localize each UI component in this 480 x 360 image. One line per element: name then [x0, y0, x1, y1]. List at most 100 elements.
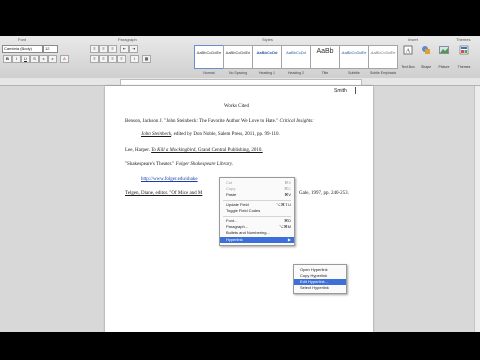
align-left-button[interactable]: ≡: [90, 55, 99, 63]
citation-2-author: Lee, Harper.: [125, 148, 150, 153]
underline-button[interactable]: U: [21, 55, 30, 63]
citation-3: "Shakespeare's Theater." Folger Shakespe…: [125, 162, 233, 167]
bold-button[interactable]: B: [3, 55, 12, 63]
citation-3-site: Folger Shakespeare Library: [175, 162, 233, 167]
citation-4-start: Telgen, Diane, editor. "Of Mice and M: [125, 191, 203, 196]
menu-item-label: Cut: [226, 180, 233, 185]
menu-item-toggle-field-codes[interactable]: Toggle Field Codes: [220, 208, 294, 214]
style-no-spacing[interactable]: AaBbCcDdEe No Spacing: [223, 45, 253, 75]
header-name: Smith: [334, 88, 347, 94]
citation-3-hyperlink[interactable]: http://www.folger.edu/shake: [141, 177, 198, 182]
letterbox-bottom: [0, 332, 480, 360]
align-center-button[interactable]: ≡: [99, 55, 108, 63]
align-right-button[interactable]: ≡: [108, 55, 117, 63]
citation-1-line-2: John Steinbeck, edited by Don Noble, Sal…: [141, 132, 280, 137]
paragraph-group-label: Paragraph: [118, 37, 137, 42]
styles-group-label: Styles: [262, 37, 273, 42]
italic-button[interactable]: I: [12, 55, 21, 63]
themes-tool[interactable]: Themes: [456, 45, 472, 71]
style-heading-1[interactable]: AaBbCcDd Heading 1: [252, 45, 282, 75]
decrease-indent-button[interactable]: ⇤: [120, 45, 129, 53]
horizontal-ruler[interactable]: [0, 78, 480, 86]
menu-item-label: Update Field: [226, 202, 249, 207]
style-title[interactable]: AaBb Title: [310, 45, 340, 75]
menu-item-bullets-numbering[interactable]: Bullets and Numbering...: [220, 230, 294, 236]
picture-icon: [439, 46, 449, 54]
font-size-select[interactable]: 12: [43, 45, 58, 53]
shape-label: Shape: [420, 65, 432, 69]
menu-item-label: Font...: [226, 218, 238, 223]
citation-1-italic: Critical Insights:: [279, 119, 314, 124]
ribbon: Font Paragraph Styles Insert Themes Camb…: [0, 36, 480, 79]
superscript-button[interactable]: x: [39, 55, 48, 63]
themes-label: Themes: [457, 65, 471, 69]
picture-tool[interactable]: Picture: [436, 45, 452, 71]
style-sample: AaBb: [316, 48, 334, 55]
citation-2-publisher: , Grand Central Publishing, 2010.: [195, 148, 263, 153]
style-heading-2[interactable]: AaBbCcDd Heading 2: [281, 45, 311, 75]
shape-tool[interactable]: Shape: [418, 45, 434, 71]
font-color-button[interactable]: A: [60, 55, 69, 63]
citation-1-line-1: Benson, Jackson J. "John Steinbeck: The …: [125, 119, 314, 124]
text-box-tool[interactable]: A Text Box: [400, 45, 416, 71]
subscript-button[interactable]: x: [48, 55, 57, 63]
menu-item-shortcut: ⌘V: [284, 192, 291, 197]
style-normal[interactable]: AaBbCcDdEe Normal: [194, 45, 224, 75]
insert-group-label: Insert: [408, 37, 419, 42]
increase-indent-button[interactable]: ⇥: [129, 45, 138, 53]
menu-item-label: Hyperlink: [226, 237, 243, 242]
shading-button[interactable]: ▦: [142, 55, 151, 63]
justify-button[interactable]: ≡: [117, 55, 126, 63]
style-sample: AaBbCcDdEe: [225, 50, 251, 55]
menu-item-hyperlink[interactable]: Hyperlink ▶: [220, 237, 294, 243]
themes-group-label: Themes: [456, 37, 471, 42]
bullets-button[interactable]: ≡: [90, 45, 99, 53]
menu-separator: [223, 200, 291, 201]
font-group-label: Font: [18, 37, 27, 42]
style-sample: AaBbCcDd: [286, 50, 306, 55]
numbering-button[interactable]: ≡: [99, 45, 108, 53]
citation-3-title: "Shakespeare's Theater.": [125, 162, 175, 167]
menu-item-label: Bullets and Numbering...: [226, 230, 270, 235]
ruler-track: [120, 79, 362, 86]
submenu-arrow-icon: ▶: [287, 237, 291, 242]
word-window: Font Paragraph Styles Insert Themes Camb…: [0, 0, 480, 360]
svg-text:A: A: [406, 49, 411, 55]
style-name: Normal: [203, 71, 215, 75]
style-name: Heading 2: [288, 71, 304, 75]
citation-1-publisher: , edited by Don Noble, Salem Press, 2011…: [171, 132, 280, 137]
vertical-scrollbar[interactable]: [474, 86, 480, 332]
strikethrough-button[interactable]: S: [30, 55, 39, 63]
style-name: No Spacing: [228, 71, 248, 75]
style-name: Heading 1: [259, 71, 275, 75]
shape-icon: [422, 46, 430, 54]
menu-separator: [223, 216, 291, 217]
text-cursor: [355, 87, 356, 94]
picture-label: Picture: [438, 65, 450, 69]
citation-1-text: Benson, Jackson J. "John Steinbeck: The …: [125, 119, 279, 124]
text-box-label: Text Box: [401, 65, 415, 69]
submenu-select-hyperlink[interactable]: Select Hyperlink: [294, 285, 346, 291]
text-box-icon: A: [403, 45, 413, 55]
menu-item-label: Toggle Field Codes: [226, 208, 261, 213]
style-name: Title: [321, 71, 329, 75]
line-spacing-button[interactable]: ↕: [130, 55, 139, 63]
menu-item-label: Paragraph...: [226, 224, 249, 229]
style-subtle-emphasis[interactable]: AaBbCcDdEe Subtle Emphasis: [368, 45, 398, 75]
menu-item-label: Paste: [226, 192, 237, 197]
menu-item-paste[interactable]: Paste ⌘V: [220, 192, 294, 198]
outline-button[interactable]: ≡: [108, 45, 117, 53]
style-name: Subtitle: [348, 71, 360, 75]
style-sample: AaBbCcDdEe: [370, 50, 396, 55]
style-sample: AaBbCcDdEe: [341, 50, 367, 55]
menu-item-label: Copy: [226, 186, 236, 191]
style-sample: AaBbCcDd: [256, 50, 278, 55]
style-subtitle[interactable]: AaBbCcDdEe Subtitle: [339, 45, 369, 75]
font-name-select[interactable]: Cambria (Body): [2, 45, 43, 53]
citation-3-period: .: [232, 162, 234, 167]
citation-4-end: Gale, 1997, pp. 240-253.: [299, 191, 349, 196]
citation-2: Lee, Harper. To Kill a Mockingbird, Gran…: [125, 148, 263, 153]
style-sample: AaBbCcDdEe: [196, 50, 222, 55]
themes-icon: [459, 45, 469, 55]
context-menu: Cut ⌘X Copy ⌘C Paste ⌘V Update Field ⌥⌘⇧U To…: [219, 177, 295, 246]
